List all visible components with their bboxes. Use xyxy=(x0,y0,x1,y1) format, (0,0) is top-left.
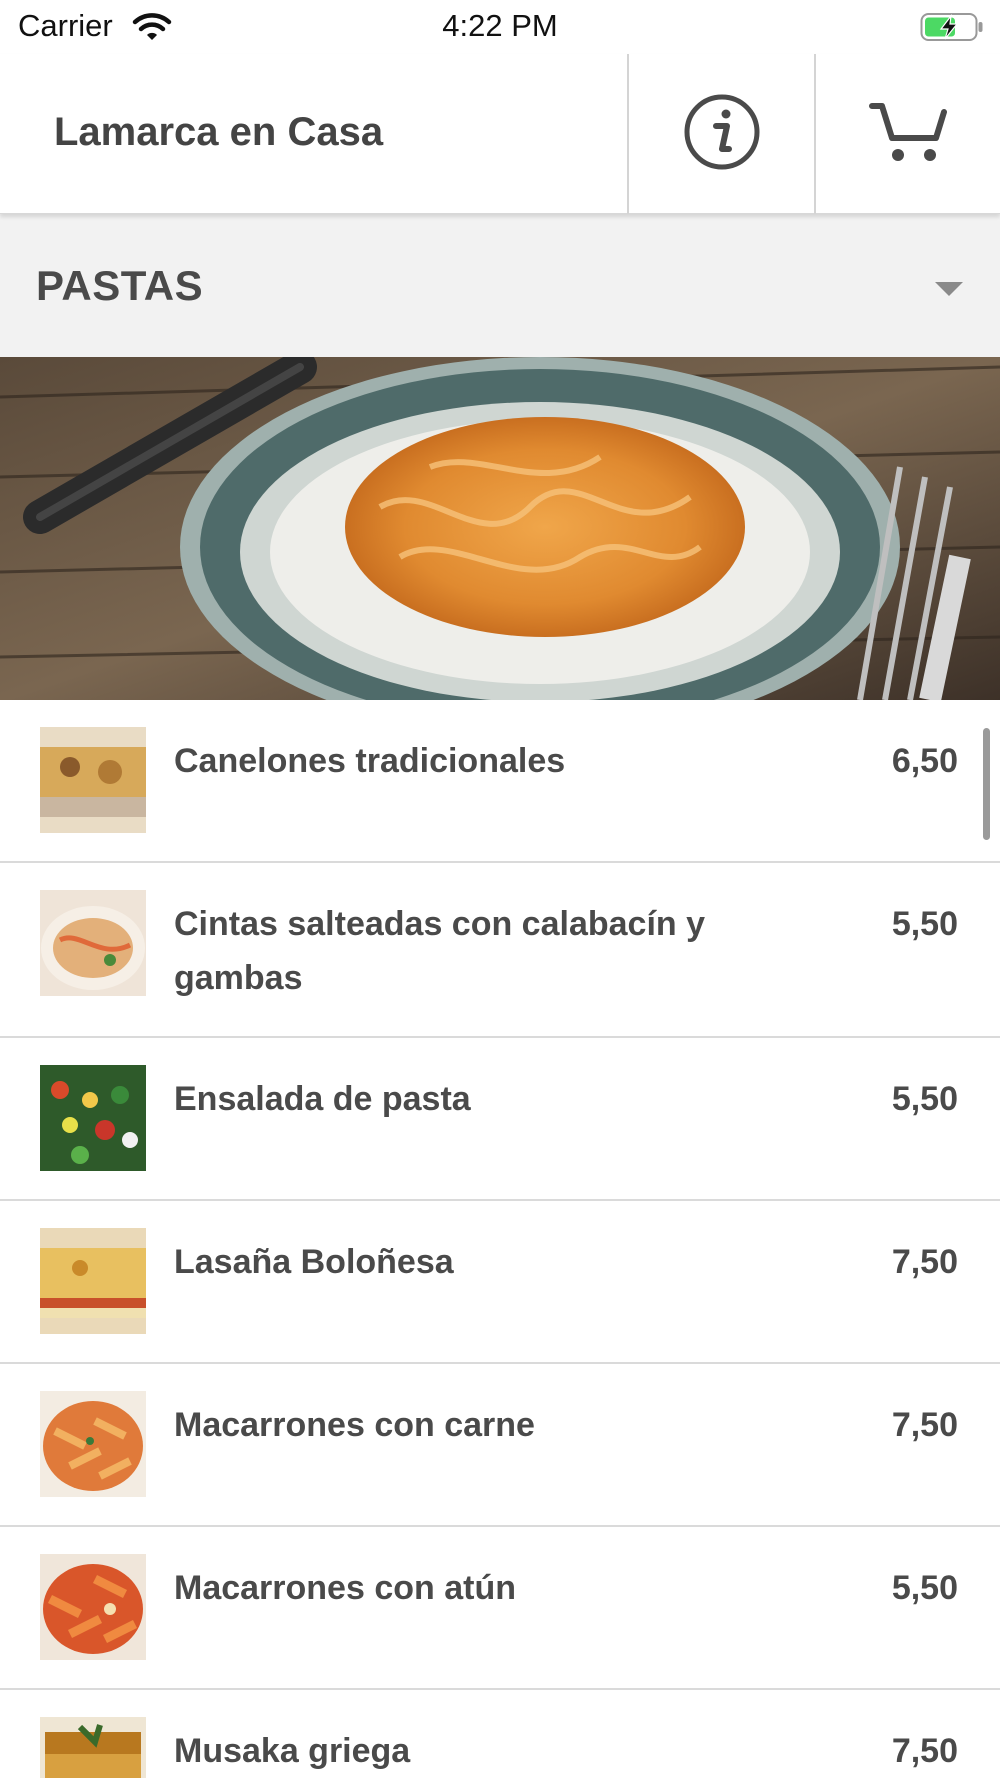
category-label: PASTAS xyxy=(36,262,204,309)
canelones-photo xyxy=(40,727,146,833)
status-bar: Carrier 4:22 PM xyxy=(0,0,1000,54)
menu-item-name: Ensalada de pasta xyxy=(174,1080,471,1118)
scroll-indicator[interactable] xyxy=(983,728,990,840)
menu-item-name: Macarrones con carne xyxy=(174,1406,535,1444)
menu-item-row[interactable]: Lasaña Boloñesa 7,50 xyxy=(0,1201,1000,1364)
menu-item-name: Lasaña Boloñesa xyxy=(174,1243,454,1281)
musaka-photo xyxy=(40,1717,146,1778)
menu-item-name: Canelones tradicionales xyxy=(174,742,566,780)
menu-item-row[interactable]: Canelones tradicionales 6,50 xyxy=(0,700,1000,863)
nav-bar: Lamarca en Casa xyxy=(0,54,1000,214)
ensalada-photo xyxy=(40,1065,146,1171)
menu-item-row[interactable]: Macarrones con atún 5,50 xyxy=(0,1527,1000,1690)
cart-button[interactable] xyxy=(814,54,1000,214)
menu-item-price: 7,50 xyxy=(891,1406,958,1444)
caret-down-icon xyxy=(935,282,963,303)
menu-item-name: Cintas salteadas con calabacín y gambas xyxy=(174,905,706,997)
category-selector[interactable]: PASTAS xyxy=(0,214,1000,357)
menu-item-row[interactable]: Ensalada de pasta 5,50 xyxy=(0,1038,1000,1201)
cart-icon xyxy=(868,100,948,169)
menu-item-row[interactable]: Macarrones con carne 7,50 xyxy=(0,1364,1000,1527)
macarrones-carne-photo xyxy=(40,1391,146,1497)
menu-item-price: 7,50 xyxy=(891,1732,958,1770)
menu-item-row[interactable]: Musaka griega 7,50 xyxy=(0,1690,1000,1778)
menu-item-list: Canelones tradicionales 6,50 Cintas salt… xyxy=(0,700,1000,1778)
menu-item-price: 5,50 xyxy=(891,1080,958,1118)
macarrones-atun-photo xyxy=(40,1554,146,1660)
menu-item-price: 5,50 xyxy=(891,1569,958,1607)
menu-item-price: 7,50 xyxy=(891,1243,958,1281)
menu-item-name: Macarrones con atún xyxy=(174,1569,516,1607)
app-title: Lamarca en Casa xyxy=(54,110,384,154)
cintas-photo xyxy=(40,890,146,996)
clock: 4:22 PM xyxy=(442,8,558,43)
menu-item-price: 6,50 xyxy=(891,742,958,780)
lasana-photo xyxy=(40,1228,146,1334)
menu-item-row[interactable]: Cintas salteadas con calabacín y gambas … xyxy=(0,863,1000,1038)
info-button[interactable] xyxy=(627,54,814,214)
battery-charging-icon xyxy=(920,11,984,48)
menu-item-price: 5,50 xyxy=(891,905,958,943)
info-icon xyxy=(683,93,761,176)
category-hero-image xyxy=(0,357,1000,700)
menu-item-name: Musaka griega xyxy=(174,1732,411,1770)
